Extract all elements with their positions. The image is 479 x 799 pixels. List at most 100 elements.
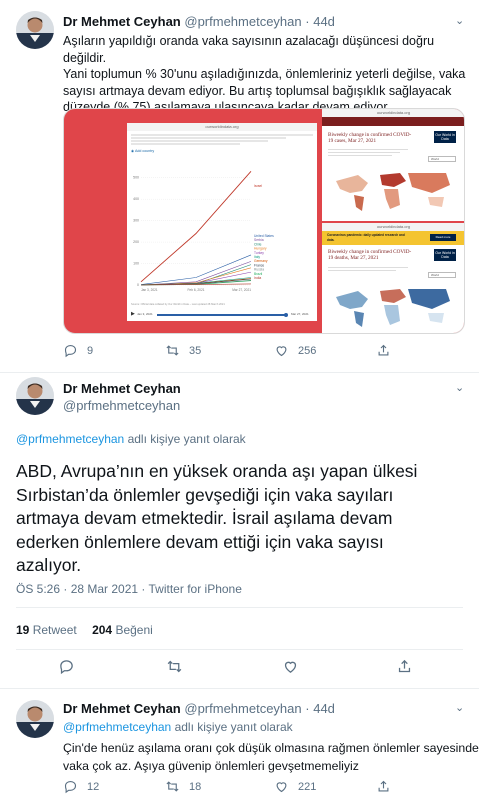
reply-context: @prfmehmetceyhan adlı kişiye yanıt olara… <box>16 432 246 446</box>
tweet-text-line: vaka çok az. Aşıya güvenip önlemleri gev… <box>63 759 359 773</box>
author-name[interactable]: Dr Mehmet Ceyhan <box>63 14 181 29</box>
heart-icon <box>284 661 297 673</box>
likes-stat[interactable]: 204 Beğeni <box>92 623 153 637</box>
retweet-button[interactable]: 35 <box>165 343 201 358</box>
add-country-button[interactable]: Add country <box>135 149 154 153</box>
tweet-text-line: Aşıların yapıldığı oranda vaka sayısının… <box>63 34 435 65</box>
media-grid[interactable]: ourworldindata.org ◉ Add country 500 400 3… <box>63 108 465 334</box>
tweet-text: ABD, Avrupa’nın en yüksek oranda aşı yap… <box>16 460 417 578</box>
tweet-time[interactable]: 44d <box>313 14 335 29</box>
avatar[interactable] <box>16 377 54 415</box>
tweet-source[interactable]: Twitter for iPhone <box>149 582 242 596</box>
world-map-cases <box>336 173 450 211</box>
tweet-text-line: artmaya devam etmektedir. İsrail aşılama… <box>16 508 393 528</box>
share-button[interactable] <box>376 343 400 358</box>
retweet-icon <box>167 660 182 673</box>
reply-button[interactable] <box>58 658 84 675</box>
reply-button[interactable]: 9 <box>63 343 93 358</box>
series-line-israel[interactable] <box>140 170 252 283</box>
y-tick-label: 400 <box>133 197 139 201</box>
retweet-button[interactable]: 18 <box>165 779 201 794</box>
region-select[interactable]: World <box>428 272 456 278</box>
share-button[interactable] <box>376 779 400 794</box>
retweet-label: Retweet <box>32 623 77 637</box>
chart-source-note: Source: Official data collated by Our Wo… <box>131 303 225 306</box>
like-button[interactable]: 221 <box>274 779 316 794</box>
media-image-cases-map[interactable]: ourworldindata.org Biweekly change in co… <box>322 109 464 221</box>
avatar[interactable] <box>16 11 54 49</box>
reply-to-label: adlı kişiye yanıt olarak <box>171 720 293 734</box>
retweets-stat[interactable]: 19 Retweet <box>16 623 77 637</box>
tweet-1[interactable]: Dr Mehmet Ceyhan @prfmehmetceyhan · 44d … <box>0 0 479 372</box>
add-icon: ◉ <box>131 149 135 153</box>
like-label: Beğeni <box>115 623 153 637</box>
tweet-timestamp[interactable]: ÖS 5:26 · 28 Mar 2021 · <box>16 582 149 596</box>
region-select[interactable]: World <box>428 156 456 162</box>
y-tick-label: 300 <box>133 219 139 223</box>
tweet-header: Dr Mehmet Ceyhan @prfmehmetceyhan · 44d <box>63 14 335 29</box>
timeline-handle[interactable] <box>284 312 288 317</box>
author-handle[interactable]: @prfmehmetceyhan <box>184 14 301 29</box>
share-icon <box>398 659 411 673</box>
promo-banner-text: Coronavirus pandemic: daily updated rese… <box>327 233 405 242</box>
divider <box>16 649 463 650</box>
tweet-text: Aşıların yapıldığı oranda vaka sayısının… <box>63 33 479 116</box>
timeline-start: Jan 3, 2021 <box>137 312 153 316</box>
reply-count: 9 <box>87 344 94 357</box>
chevron-down-icon[interactable]: ⌄ <box>455 701 464 714</box>
author-name[interactable]: Dr Mehmet Ceyhan <box>63 701 181 716</box>
like-button[interactable]: 256 <box>274 343 316 358</box>
y-tick-label: 0 <box>137 283 139 287</box>
world-map-deaths <box>336 289 450 327</box>
media-image-chart[interactable]: ourworldindata.org ◉ Add country 500 400 3… <box>127 123 317 321</box>
tweet-text-line: ABD, Avrupa’nın en yüksek oranda aşı yap… <box>16 461 418 481</box>
tweet-text-line: sayısı artmaya devam ediyor. Bu artış to… <box>63 83 452 98</box>
tweet-text-line: Sırbistan’da önlemler gevşediği için vak… <box>16 484 394 505</box>
chart-intro-text <box>127 131 317 149</box>
tweet-header: Dr Mehmet Ceyhan @prfmehmetceyhan · 44d <box>63 701 335 716</box>
like-button[interactable] <box>282 658 308 675</box>
timeline-player[interactable]: ▶ Jan 3, 2021 Mar 27, 2021 <box>131 311 313 319</box>
y-tick-label: 100 <box>133 262 139 266</box>
tweet-time[interactable]: 44d <box>313 701 335 716</box>
reply-icon <box>64 344 77 358</box>
x-tick-label: Jan 3, 2021 <box>141 288 158 292</box>
share-button[interactable] <box>396 658 422 675</box>
author-handle[interactable]: @prfmehmetceyhan <box>63 398 180 413</box>
chevron-down-icon[interactable]: ⌄ <box>455 381 464 394</box>
read-more-button[interactable]: Read more <box>430 234 456 241</box>
chevron-down-icon[interactable]: ⌄ <box>455 14 464 27</box>
y-tick-label: 500 <box>133 176 139 180</box>
banner-strip <box>322 117 464 126</box>
separator-dot: · <box>305 14 310 29</box>
tweet-text-line: Çin'de henüz aşılama oranı çok düşük olm… <box>63 741 479 755</box>
tweet-2-focused: Dr Mehmet Ceyhan @prfmehmetceyhan ⌄ @prf… <box>0 373 479 683</box>
retweet-icon <box>166 781 179 792</box>
like-count: 256 <box>298 344 317 357</box>
series-label: Israel <box>254 184 262 188</box>
engagement-stats: 19 Retweet 204 Beğeni <box>16 623 153 637</box>
map-title: Biweekly change in confirmed COVID-19 de… <box>328 249 412 261</box>
author-handle[interactable]: @prfmehmetceyhan <box>184 701 301 716</box>
reply-count: 12 <box>87 780 100 793</box>
reply-icon <box>60 660 73 675</box>
reply-icon <box>64 780 77 794</box>
retweet-button[interactable] <box>166 658 192 675</box>
retweet-count: 35 <box>189 344 202 357</box>
avatar[interactable] <box>16 700 54 738</box>
divider <box>16 607 463 608</box>
retweet-total: 19 <box>16 623 30 637</box>
reply-to-handle[interactable]: @prfmehmetceyhan <box>63 720 171 734</box>
tweet-3[interactable]: Dr Mehmet Ceyhan @prfmehmetceyhan · 44d … <box>0 689 479 799</box>
separator-dot: · <box>305 701 310 716</box>
reply-to-handle[interactable]: @prfmehmetceyhan <box>16 432 124 446</box>
reply-button[interactable]: 12 <box>63 779 99 794</box>
region-select-value: World <box>431 273 439 277</box>
tweet-actions: 12 18 221 <box>0 779 479 797</box>
author-name[interactable]: Dr Mehmet Ceyhan <box>63 381 181 396</box>
media-image-deaths-map[interactable]: ourworldindata.org Coronavirus pandemic:… <box>322 223 464 333</box>
owid-logo: Our World in Data <box>434 249 456 261</box>
timeline-slider[interactable] <box>157 314 287 316</box>
play-icon[interactable]: ▶ <box>131 311 135 317</box>
tweet-meta: ÖS 5:26 · 28 Mar 2021 · Twitter for iPho… <box>16 582 242 596</box>
